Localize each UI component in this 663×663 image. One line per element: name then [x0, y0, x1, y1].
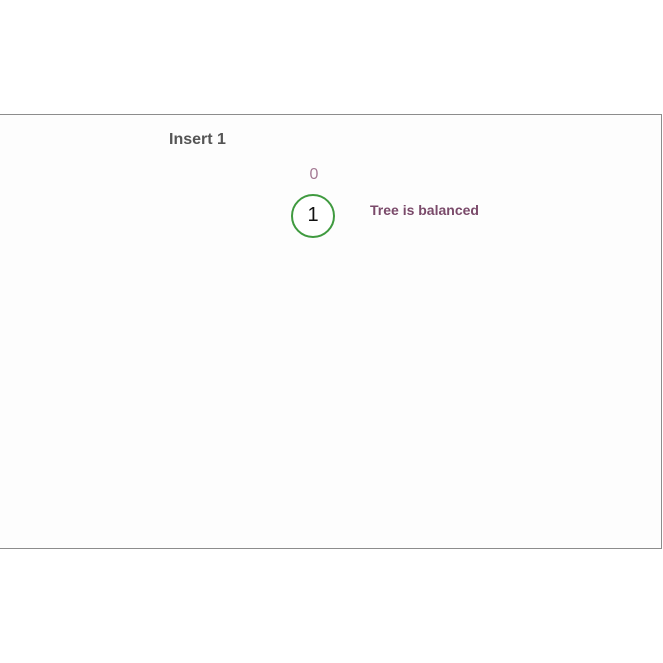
tree-node-value: 1	[307, 204, 319, 226]
operation-title: Insert 1	[169, 131, 226, 148]
tree-node-root: 1	[291, 194, 335, 238]
status-message: Tree is balanced	[370, 202, 479, 218]
node-balance-factor: 0	[309, 166, 319, 183]
visualization-canvas: Insert 1 0 1 Tree is balanced	[0, 114, 662, 549]
